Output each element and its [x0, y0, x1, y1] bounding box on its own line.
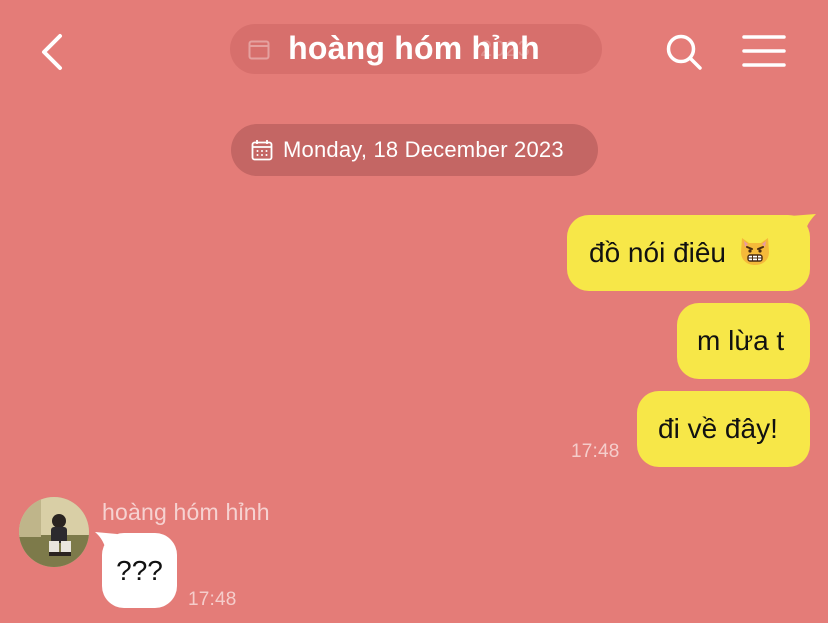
hamburger-menu-icon — [742, 35, 786, 67]
outgoing-message[interactable]: m lừa t — [677, 303, 810, 379]
date-separator-text: Monday, 18 December 2023 — [283, 137, 564, 162]
search-button[interactable] — [664, 32, 704, 72]
search-icon — [666, 34, 702, 70]
message-text: ??? — [116, 554, 163, 586]
message-text: m lừa t — [697, 325, 785, 356]
message-timestamp: 17:48 — [571, 441, 620, 462]
calendar-icon — [251, 140, 273, 161]
avatar[interactable] — [19, 497, 89, 567]
outgoing-message[interactable]: đi về đây! — [637, 391, 810, 467]
menu-button[interactable] — [742, 34, 786, 68]
message-text: đồ nói điêu — [589, 237, 727, 268]
grimacing-cat-emoji — [738, 234, 772, 273]
incoming-message[interactable]: ??? — [102, 533, 177, 608]
message-timestamp: 17:48 — [188, 589, 237, 610]
outgoing-message[interactable]: đồ nói điêu — [567, 215, 810, 291]
date-separator: Monday, 18 December 2023 — [231, 124, 598, 176]
chat-header: 2023 hoàng hóm hỉnh — [0, 0, 828, 104]
avatar-photo — [19, 497, 89, 567]
message-text: đi về đây! — [658, 413, 778, 444]
sender-name: hoàng hóm hỉnh — [102, 499, 270, 525]
